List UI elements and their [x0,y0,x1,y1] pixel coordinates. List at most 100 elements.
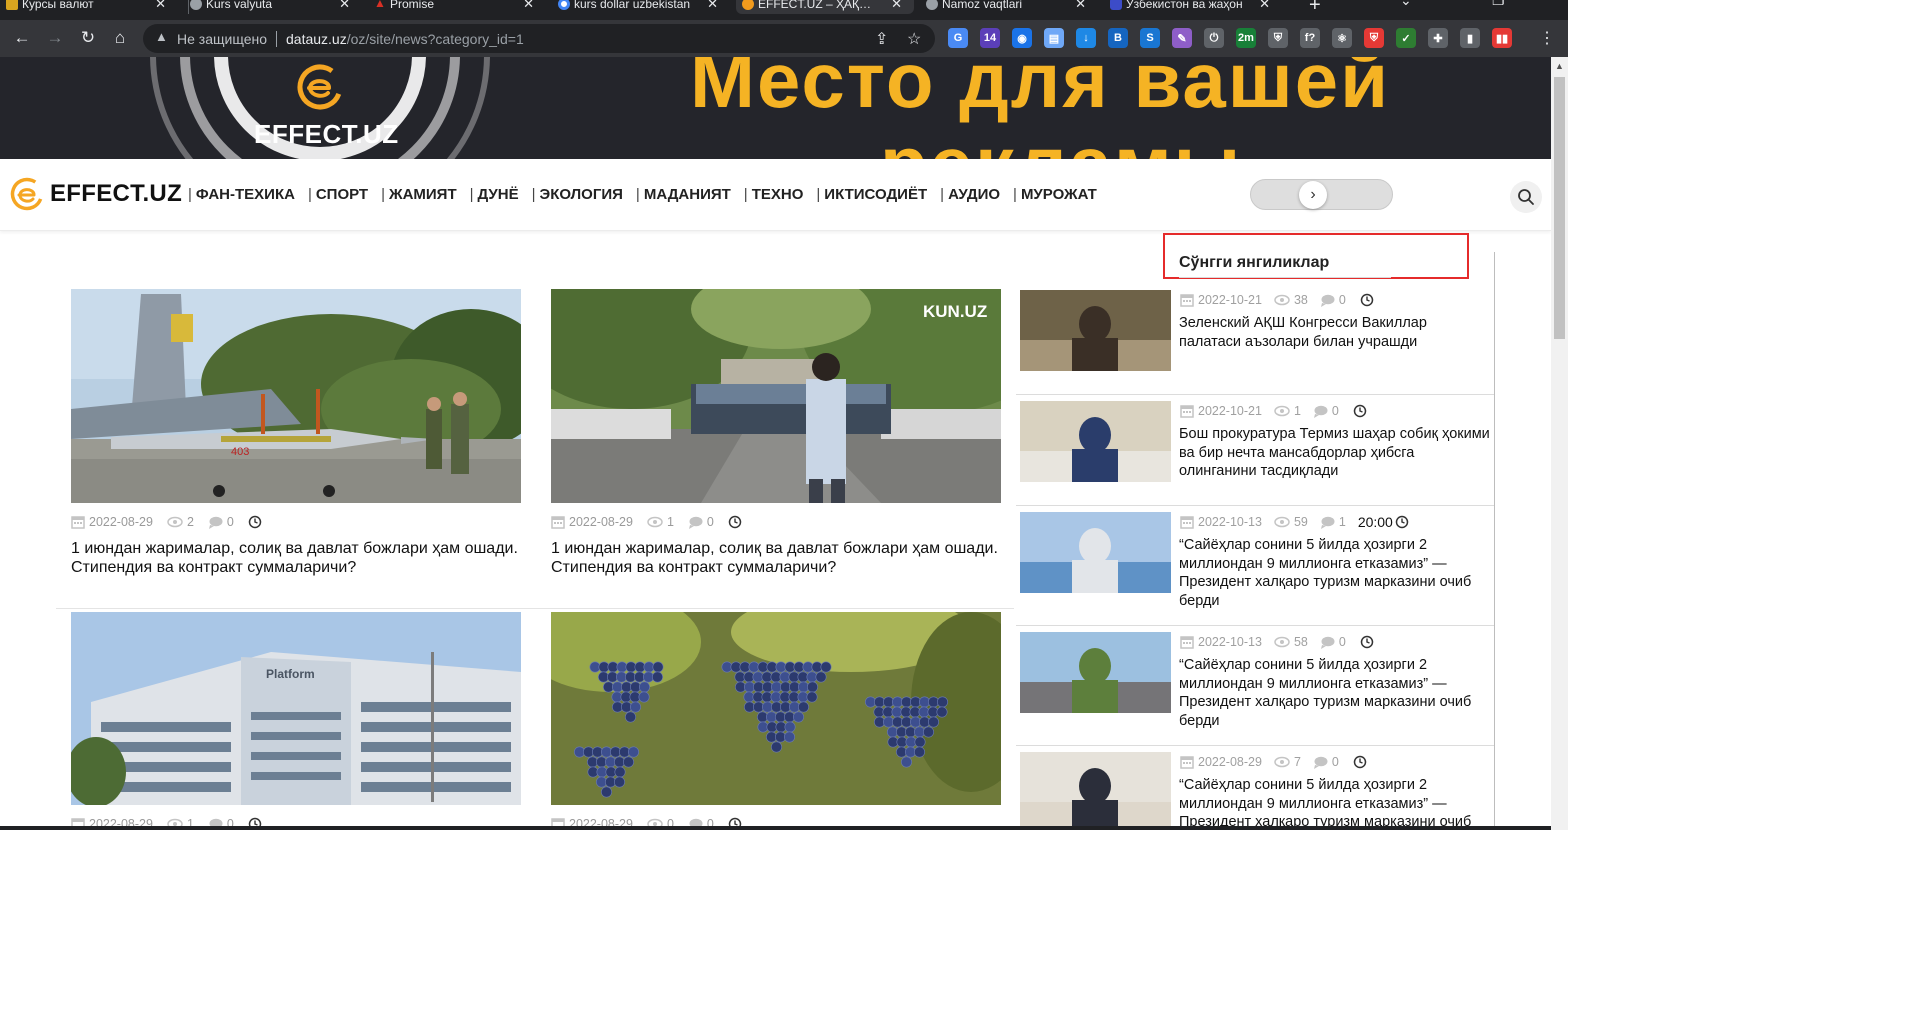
nav-item-jamiyat[interactable]: | ЖАМИЯТ [381,186,457,203]
restore-window-icon[interactable]: ❐ [1492,0,1505,9]
forward-arrow-icon[interactable]: → [43,26,67,50]
comment-icon [1313,405,1328,418]
search-button[interactable] [1510,181,1542,213]
nav-item-iqtisodiyot[interactable]: | ИКТИСОДИЁТ [816,186,927,203]
formula-extension-icon[interactable]: f? [1300,28,1320,48]
tab-close-icon[interactable]: ✕ [1075,0,1086,12]
news-thumbnail[interactable] [1020,632,1171,713]
news-thumbnail[interactable] [1020,290,1171,371]
tab-close-icon[interactable]: ✕ [707,0,718,12]
tab-search-icon[interactable]: ⌄ [1400,0,1412,9]
sidebar-news-item[interactable]: 2022-10-21 1 0 Бош прокуратура Термиз шаҳар… [1016,401,1494,501]
timer-extension-icon[interactable]: 2m [1236,28,1256,48]
download-extension-icon[interactable]: ↓ [1076,28,1096,48]
react-extension-icon[interactable]: ⚛ [1332,28,1352,48]
news-thumbnail[interactable] [1020,401,1171,482]
nav-item-madaniyat[interactable]: | МАДАНИЯТ [636,186,731,203]
shazam-extension-icon[interactable]: S [1140,28,1160,48]
article-image[interactable]: Platform [71,612,521,805]
profile-extension-icon[interactable]: ▮▮ [1492,28,1512,48]
browser-tab-active[interactable]: EFFECT.UZ – ҲАҚИҚАТ ✕ [736,0,914,14]
nav-item-texno[interactable]: | ТЕХНО [744,186,804,203]
news-date-text: 2022-08-29 [1198,755,1262,769]
badge-extension-icon[interactable]: 14 [980,28,1000,48]
sidebar-news-item[interactable]: 2022-10-13 58 0 “Сайёҳлар сонини 5 йилда ҳо… [1016,632,1494,732]
article-card[interactable]: 2022-08-29 0 0 [551,612,1001,830]
article-meta: 2022-08-29 1 0 [551,513,1001,531]
comment-icon [1320,516,1335,529]
article-title[interactable]: 1 июндан жарималар, солиқ ва давлат божл… [71,539,521,577]
new-tab-button[interactable]: + [1309,0,1321,17]
article-title[interactable]: 1 июндан жарималар, солиқ ва давлат божл… [551,539,1001,577]
browser-tab[interactable]: Курсы валют ✕ [0,0,178,14]
nav-item-dunyo[interactable]: | ДУНЁ [470,186,519,203]
share-icon[interactable]: ⇪ [875,29,888,49]
scrollbar-thumb[interactable] [1554,77,1565,339]
article-image[interactable]: KUN.UZ [551,289,1001,503]
scroll-up-arrow-icon[interactable]: ▲ [1555,61,1564,71]
security-label[interactable]: Не защищено [177,31,267,47]
article-card[interactable]: KUN.UZ 2022-08-29 1 0 1 июндан жарималар… [551,289,1001,577]
site-logo[interactable]: EFFECT.UZ [10,177,182,211]
tab-close-icon[interactable]: ✕ [339,0,350,12]
advertisement-banner[interactable]: EFFECT.UZ Место для вашей рекламы [0,57,1551,159]
tab-close-icon[interactable]: ✕ [1259,0,1270,12]
clock-icon [1395,515,1409,529]
green-shield-extension-icon[interactable]: ✓ [1396,28,1416,48]
bottom-edge [0,826,1551,830]
news-title[interactable]: “Сайёҳлар сонини 5 йилда ҳозирги 2 милли… [1179,656,1492,730]
theme-toggle[interactable]: › [1250,179,1393,210]
tab-title: Ўзбекистон ва жаҳон [1126,0,1243,11]
browser-menu-icon[interactable]: ⋮ [1535,26,1559,50]
docs-extension-icon[interactable]: ▤ [1044,28,1064,48]
article-image[interactable]: 403 [71,289,521,503]
row-divider [56,608,1014,609]
browser-tab[interactable]: ▲ Promise ✕ [368,0,546,14]
pen-extension-icon[interactable]: ✎ [1172,28,1192,48]
shield-extension-icon[interactable]: ⛨ [1268,28,1288,48]
office-building-photo [1020,512,1171,593]
address-url[interactable]: datauz.uz/oz/site/news?category_id=1 [286,31,524,47]
article-time [248,515,266,529]
page-scrollbar[interactable]: ▲ [1551,57,1568,830]
back-arrow-icon[interactable]: ← [10,26,34,50]
nav-item-murojat[interactable]: | МУРОЖАТ [1013,186,1097,203]
sidebar-news-item[interactable]: 2022-10-13 59 1 20:00 “Сайёҳлар сонини 5 йил… [1016,512,1494,612]
news-title[interactable]: Зеленский АҚШ Конгресси Вакиллар палатас… [1179,314,1492,351]
news-title[interactable]: “Сайёҳлар сонини 5 йилда ҳозирги 2 милли… [1179,536,1492,610]
browser-tab[interactable]: Kurs valyuta ✕ [184,0,362,14]
browser-tab[interactable]: Namoz vaqtlari ✕ [920,0,1098,14]
news-thumbnail[interactable] [1020,512,1171,593]
camera-extension-icon[interactable]: ◉ [1012,28,1032,48]
tab-close-icon[interactable]: ✕ [523,0,534,12]
puzzle-extension-icon[interactable]: ✚ [1428,28,1448,48]
article-card[interactable]: Platform 2022-08-29 1 0 [71,612,521,830]
sidebar-news-item[interactable]: 2022-10-21 38 0 Зеленский АҚШ Конгресси Вак… [1016,290,1494,390]
warning-icon[interactable]: ▲ [155,29,168,44]
news-title[interactable]: Бош прокуратура Термиз шаҳар собиқ ҳоким… [1179,425,1492,481]
home-icon[interactable]: ⌂ [108,26,132,50]
tab-close-icon[interactable]: ✕ [155,0,166,12]
chevron-right-icon[interactable]: › [1299,181,1327,209]
tab-title: Kurs valyuta [206,0,273,11]
article-image[interactable] [551,612,1001,805]
article-card[interactable]: 403 2022-08-29 2 0 1 июндан жарималар, с… [71,289,521,577]
address-bar[interactable]: ▲ Не защищено datauz.uz/oz/site/news?cat… [143,24,935,53]
nav-item-sport[interactable]: | СПОРТ [308,186,368,203]
tab-close-icon[interactable]: ✕ [891,0,902,12]
bookmark-star-icon[interactable]: ☆ [907,29,921,49]
reload-icon[interactable]: ↻ [76,26,100,50]
nav-item-audio[interactable]: | АУДИО [940,186,1000,203]
news-thumbnail[interactable] [1020,752,1171,830]
browser-tab[interactable]: Ўзбекистон ва жаҳон ✕ [1104,0,1282,14]
red-shield-extension-icon[interactable]: ⛨ [1364,28,1384,48]
news-title[interactable]: “Сайёҳлар сонини 5 йилда ҳозирги 2 милли… [1179,776,1492,830]
power-extension-icon[interactable]: ⏻ [1204,28,1224,48]
b-extension-icon[interactable]: B [1108,28,1128,48]
nav-item-fan-texnika[interactable]: | ФАН-ТЕХИКА [188,186,295,203]
browser-tab[interactable]: kurs dollar uzbekistan ✕ [552,0,730,14]
sidebar-news-item[interactable]: 2022-08-29 7 0 “Сайёҳлар сонини 5 йилда ҳоз… [1016,752,1494,830]
translate-extension-icon[interactable]: G [948,28,968,48]
nav-item-ekologiya[interactable]: | ЭКОЛОГИЯ [532,186,623,203]
sidepanel-extension-icon[interactable]: ▮ [1460,28,1480,48]
